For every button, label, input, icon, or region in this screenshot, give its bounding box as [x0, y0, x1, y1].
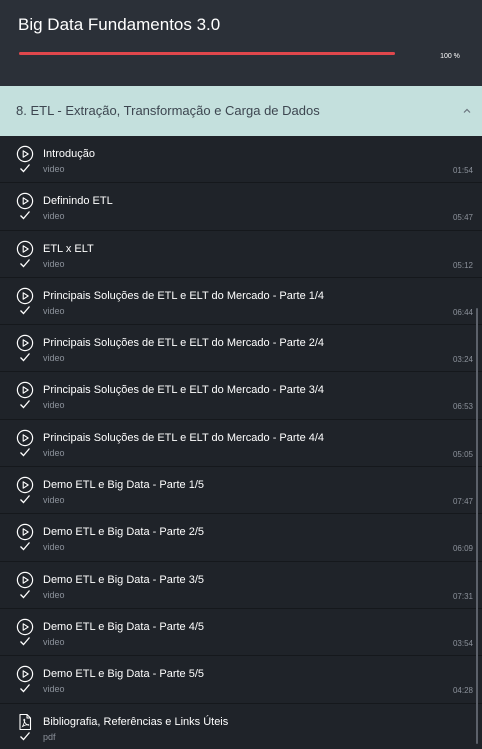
- lesson-list: Introdução video 01:54 Definindo ETL vid…: [0, 136, 482, 749]
- play-circle-icon: [16, 334, 34, 352]
- check-icon: [20, 637, 30, 646]
- lesson-title: Demo ETL e Big Data - Parte 1/5: [43, 479, 204, 492]
- check-icon: [20, 305, 30, 315]
- lesson-type: video: [43, 258, 65, 269]
- pdf-file-icon: [19, 713, 32, 730]
- lesson-title: Demo ETL e Big Data - Parte 5/5: [43, 668, 204, 681]
- check-icon: [20, 447, 30, 457]
- course-header: Big Data Fundamentos 3.0 100 %: [0, 0, 482, 86]
- section-title: 8. ETL - Extração, Transformação e Carga…: [16, 103, 320, 118]
- play-circle-icon: [16, 571, 34, 588]
- lesson-duration: 04:28: [452, 686, 473, 696]
- lesson-type: video: [43, 589, 65, 600]
- lesson-type: video: [43, 495, 65, 506]
- play-circle-icon: [16, 145, 34, 163]
- lesson-title: Demo ETL e Big Data - Parte 2/5: [43, 526, 204, 539]
- lesson-item-8[interactable]: Demo ETL e Big Data - Parte 1/5 video 07…: [0, 467, 482, 515]
- lesson-title: Principais Soluções de ETL e ELT do Merc…: [43, 289, 325, 302]
- lesson-title: Introdução: [43, 148, 95, 160]
- lesson-item-5[interactable]: Principais Soluções de ETL e ELT do Merc…: [0, 325, 482, 373]
- course-sidebar: Big Data Fundamentos 3.0 100 % 8. ETL - …: [0, 0, 482, 749]
- play-circle-icon: [16, 618, 34, 636]
- lesson-item-10[interactable]: Demo ETL e Big Data - Parte 3/5 video 07…: [0, 562, 482, 609]
- lesson-type: video: [43, 211, 65, 222]
- lesson-type: video: [43, 353, 65, 364]
- check-icon: [20, 731, 30, 741]
- chevron-up-icon[interactable]: [461, 104, 473, 118]
- play-circle-icon: [16, 193, 34, 210]
- lesson-title: Demo ETL e Big Data - Parte 4/5: [43, 620, 204, 633]
- lesson-duration: 06:53: [452, 402, 473, 412]
- scrollbar-thumb[interactable]: [476, 308, 478, 744]
- course-progress-bar: [19, 52, 395, 55]
- lesson-title: ETL x ELT: [43, 242, 94, 255]
- check-icon: [20, 495, 30, 504]
- lesson-title: Principais Soluções de ETL e ELT do Merc…: [43, 384, 325, 397]
- check-icon: [20, 164, 30, 173]
- lesson-type: video: [43, 684, 65, 695]
- check-icon: [20, 684, 30, 693]
- lesson-type: video: [43, 636, 65, 647]
- lesson-duration: 06:09: [452, 544, 473, 554]
- lesson-duration: 07:47: [452, 497, 473, 507]
- lesson-type: video: [43, 400, 65, 411]
- lesson-type: video: [43, 542, 65, 553]
- play-circle-icon: [16, 240, 34, 257]
- check-icon: [20, 258, 30, 268]
- lesson-type: video: [43, 447, 65, 458]
- check-icon: [20, 211, 30, 220]
- lesson-item-12[interactable]: Demo ETL e Big Data - Parte 5/5 video 04…: [0, 656, 482, 704]
- section-header[interactable]: 8. ETL - Extração, Transformação e Carga…: [0, 86, 482, 136]
- lesson-item-1[interactable]: Introdução video 01:54: [0, 136, 482, 184]
- lesson-item-9[interactable]: Demo ETL e Big Data - Parte 2/5 video 06…: [0, 514, 482, 562]
- check-icon: [20, 353, 30, 362]
- check-icon: [20, 400, 30, 409]
- lesson-type: video: [43, 164, 65, 174]
- lesson-title: Demo ETL e Big Data - Parte 3/5: [43, 573, 204, 586]
- play-circle-icon: [16, 287, 34, 305]
- lesson-title: Principais Soluções de ETL e ELT do Merc…: [43, 431, 325, 444]
- play-circle-icon: [16, 666, 34, 683]
- check-icon: [20, 589, 30, 599]
- check-icon: [20, 542, 30, 551]
- lesson-duration: 05:05: [452, 449, 473, 459]
- lesson-duration: 06:44: [452, 307, 473, 317]
- lesson-item-2[interactable]: Definindo ETL video 05:47: [0, 183, 482, 231]
- play-circle-icon: [16, 524, 34, 541]
- lesson-type: video: [43, 305, 65, 316]
- lesson-duration: 05:47: [452, 213, 473, 223]
- lesson-type: pdf: [43, 731, 56, 742]
- lesson-item-13[interactable]: Bibliografia, Referências e Links Úteis …: [0, 704, 482, 749]
- lesson-duration: 03:24: [452, 355, 473, 365]
- lesson-item-6[interactable]: Principais Soluções de ETL e ELT do Merc…: [0, 372, 482, 420]
- course-progress-fill: [19, 52, 395, 55]
- lesson-title: Principais Soluções de ETL e ELT do Merc…: [43, 337, 325, 350]
- lesson-title: Bibliografia, Referências e Links Úteis: [43, 715, 229, 728]
- lesson-item-11[interactable]: Demo ETL e Big Data - Parte 4/5 video 03…: [0, 609, 482, 657]
- lesson-item-3[interactable]: ETL x ELT video 05:12: [0, 231, 482, 278]
- play-circle-icon: [16, 429, 34, 446]
- lesson-duration: 03:54: [452, 638, 473, 648]
- lesson-duration: 07:31: [452, 591, 473, 601]
- lesson-duration: 05:12: [452, 260, 473, 270]
- lesson-duration: 01:54: [452, 166, 473, 175]
- course-title: Big Data Fundamentos 3.0: [18, 15, 221, 34]
- lesson-title: Definindo ETL: [43, 195, 113, 208]
- course-progress-label: 100 %: [440, 53, 460, 60]
- play-circle-icon: [16, 382, 34, 399]
- lesson-item-4[interactable]: Principais Soluções de ETL e ELT do Merc…: [0, 278, 482, 326]
- lesson-item-7[interactable]: Principais Soluções de ETL e ELT do Merc…: [0, 420, 482, 468]
- play-circle-icon: [16, 476, 34, 494]
